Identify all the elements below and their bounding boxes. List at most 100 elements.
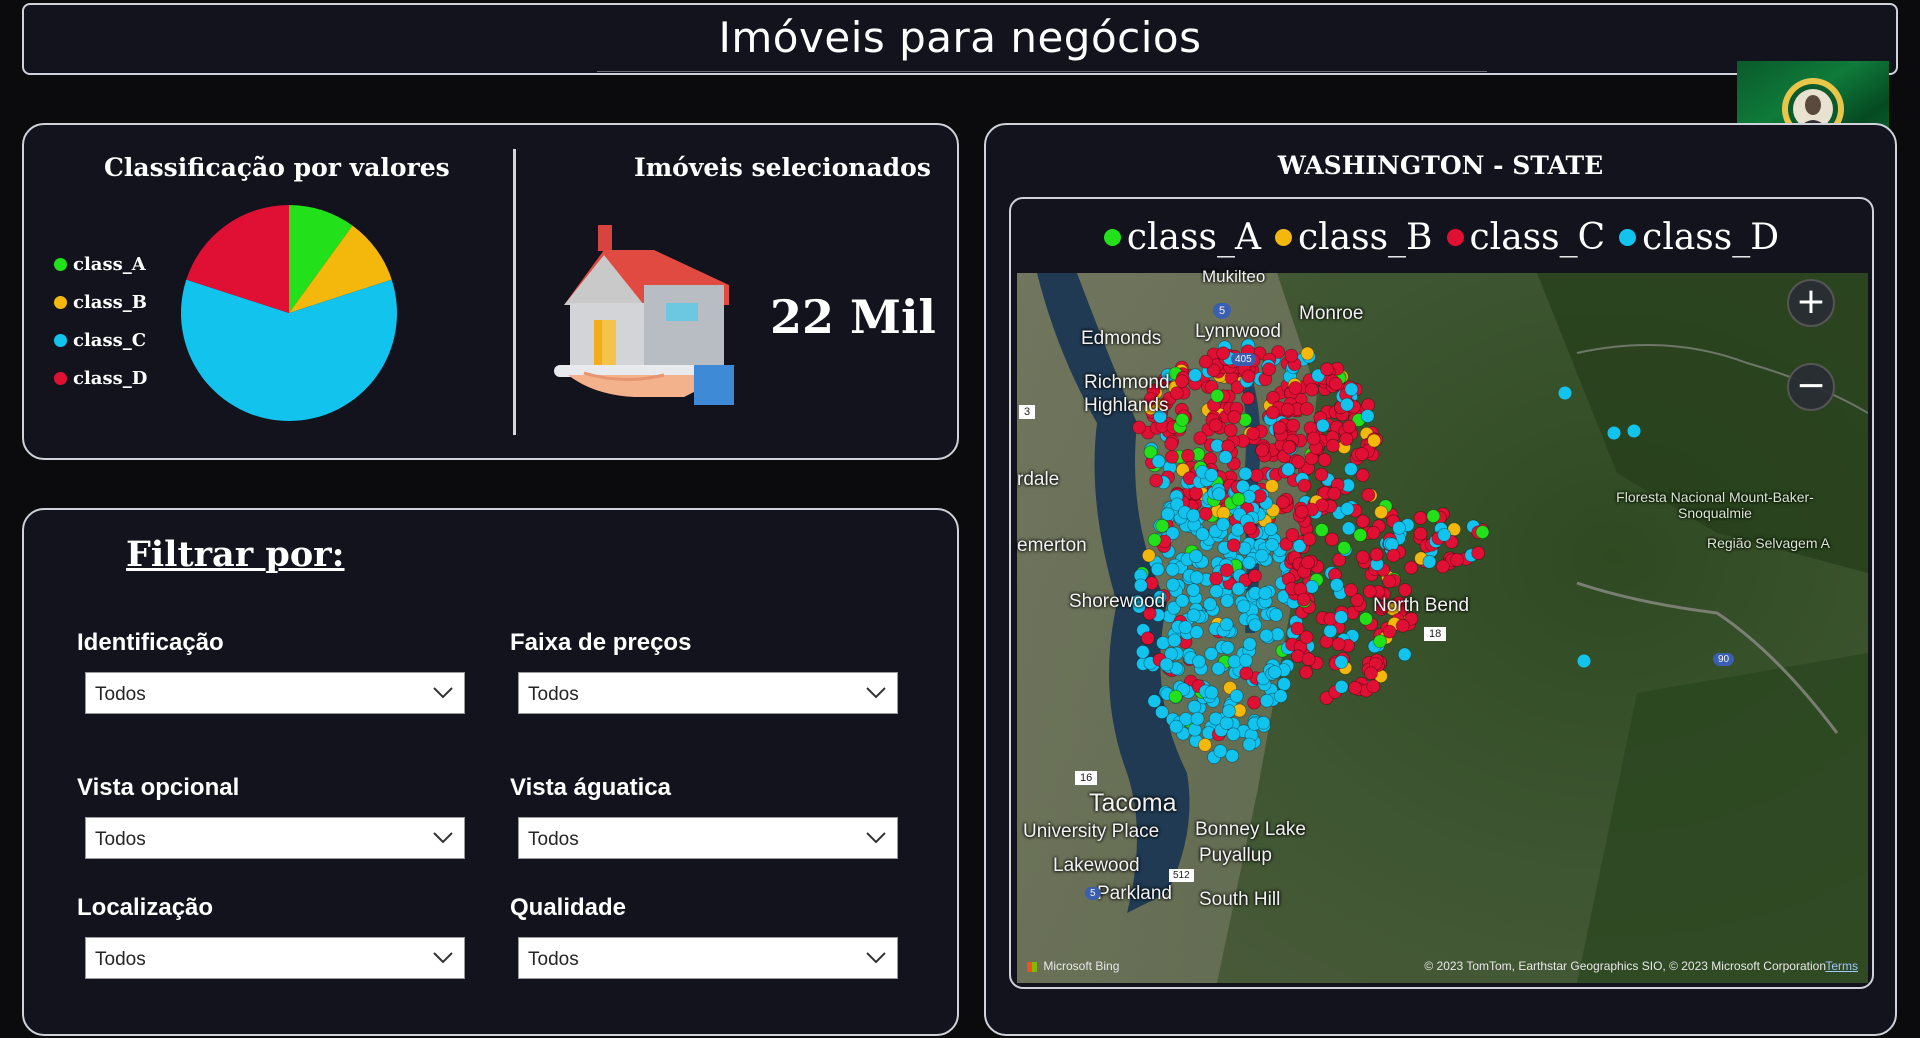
property-marker[interactable]	[1204, 468, 1219, 482]
property-marker[interactable]	[1190, 711, 1205, 726]
property-marker[interactable]	[1159, 657, 1174, 672]
property-marker[interactable]	[1366, 525, 1381, 540]
property-marker[interactable]	[1219, 563, 1234, 578]
property-marker[interactable]	[1151, 454, 1166, 469]
property-marker[interactable]	[1220, 593, 1235, 608]
property-marker[interactable]	[1353, 528, 1368, 542]
property-marker[interactable]	[1135, 644, 1150, 659]
property-marker[interactable]	[1337, 540, 1352, 555]
property-marker[interactable]	[1239, 666, 1254, 681]
property-marker[interactable]	[1397, 647, 1412, 662]
property-marker[interactable]	[1156, 636, 1170, 650]
qualidade-dropdown[interactable]: Todos	[518, 937, 898, 979]
identificacao-dropdown[interactable]: Todos	[85, 672, 465, 714]
vista-opcional-dropdown[interactable]: Todos	[85, 817, 465, 859]
property-marker[interactable]	[1373, 634, 1388, 649]
property-marker[interactable]	[1302, 532, 1317, 547]
property-marker[interactable]	[1203, 597, 1217, 612]
property-marker[interactable]	[1355, 514, 1370, 529]
property-marker[interactable]	[1331, 637, 1346, 652]
property-marker[interactable]	[1155, 518, 1170, 533]
property-marker[interactable]	[1238, 653, 1253, 668]
property-marker[interactable]	[1195, 527, 1210, 542]
property-marker[interactable]	[1340, 501, 1355, 516]
property-marker[interactable]	[1355, 447, 1369, 461]
property-marker[interactable]	[1286, 418, 1301, 433]
property-marker[interactable]	[1358, 611, 1373, 626]
property-marker[interactable]	[1627, 424, 1641, 438]
property-marker[interactable]	[1301, 652, 1316, 667]
property-marker[interactable]	[1198, 506, 1213, 521]
property-marker[interactable]	[1198, 354, 1213, 369]
property-marker[interactable]	[1300, 346, 1315, 361]
property-marker[interactable]	[1229, 689, 1244, 703]
property-marker[interactable]	[1267, 665, 1282, 680]
property-marker[interactable]	[1471, 546, 1486, 561]
property-marker[interactable]	[1386, 548, 1401, 563]
property-marker[interactable]	[1426, 509, 1441, 524]
property-marker[interactable]	[1247, 568, 1262, 583]
property-marker[interactable]	[1395, 618, 1410, 633]
property-marker[interactable]	[1355, 468, 1370, 483]
property-marker[interactable]	[1209, 584, 1224, 599]
property-marker[interactable]	[1265, 405, 1280, 420]
property-marker[interactable]	[1413, 510, 1428, 525]
property-marker[interactable]	[1241, 391, 1256, 406]
property-marker[interactable]	[1223, 423, 1238, 438]
property-marker[interactable]	[1209, 571, 1224, 586]
property-marker[interactable]	[1219, 617, 1234, 632]
property-marker[interactable]	[1325, 438, 1340, 453]
property-marker[interactable]	[1344, 382, 1359, 397]
property-marker[interactable]	[1259, 628, 1274, 643]
property-marker[interactable]	[1558, 386, 1572, 400]
property-marker[interactable]	[1204, 646, 1219, 661]
property-marker[interactable]	[1222, 704, 1236, 719]
property-marker[interactable]	[1231, 492, 1246, 507]
property-marker[interactable]	[1367, 433, 1382, 448]
property-marker[interactable]	[1323, 624, 1338, 639]
property-marker[interactable]	[1577, 654, 1591, 668]
property-marker[interactable]	[1219, 716, 1234, 731]
property-marker[interactable]	[1165, 577, 1180, 592]
terms-link[interactable]: Terms	[1825, 959, 1858, 973]
property-marker[interactable]	[1348, 680, 1362, 695]
property-marker[interactable]	[1342, 419, 1357, 434]
property-marker[interactable]	[1154, 705, 1169, 720]
satellite-map[interactable]: Mukilteo Monroe Edmonds Lynnwood Richmon…	[1017, 267, 1869, 983]
property-marker[interactable]	[1328, 376, 1343, 391]
property-marker[interactable]	[1329, 577, 1344, 592]
property-marker[interactable]	[1437, 527, 1452, 542]
map-legend-class-b[interactable]: class_B	[1274, 217, 1433, 258]
property-marker[interactable]	[1242, 637, 1257, 652]
property-marker[interactable]	[1254, 548, 1269, 563]
property-marker[interactable]	[1360, 409, 1375, 423]
legend-item-class-d[interactable]: class_D	[54, 359, 147, 397]
property-marker[interactable]	[1315, 418, 1330, 433]
property-marker[interactable]	[1238, 466, 1253, 481]
property-marker[interactable]	[1435, 559, 1450, 574]
property-marker[interactable]	[1246, 426, 1261, 441]
property-marker[interactable]	[1242, 521, 1257, 536]
property-marker[interactable]	[1188, 368, 1203, 383]
legend-item-class-a[interactable]: class_A	[54, 245, 147, 283]
property-marker[interactable]	[1404, 560, 1419, 575]
property-marker[interactable]	[1189, 570, 1204, 585]
property-marker[interactable]	[1149, 473, 1164, 488]
property-marker[interactable]	[1314, 467, 1329, 482]
property-marker[interactable]	[1366, 679, 1381, 694]
property-marker[interactable]	[1255, 443, 1270, 458]
map-legend-class-c[interactable]: class_C	[1446, 217, 1605, 258]
property-marker[interactable]	[1249, 468, 1264, 483]
property-marker[interactable]	[1327, 486, 1342, 501]
property-marker[interactable]	[1262, 362, 1276, 377]
property-marker[interactable]	[1231, 581, 1246, 596]
property-marker[interactable]	[1277, 677, 1292, 691]
property-marker[interactable]	[1343, 583, 1358, 598]
property-marker[interactable]	[1413, 526, 1428, 541]
property-marker[interactable]	[1210, 388, 1225, 403]
property-marker[interactable]	[1364, 666, 1378, 681]
property-marker[interactable]	[1273, 689, 1288, 704]
property-marker[interactable]	[1242, 555, 1257, 570]
property-marker[interactable]	[1160, 507, 1175, 522]
property-marker[interactable]	[1422, 554, 1437, 569]
